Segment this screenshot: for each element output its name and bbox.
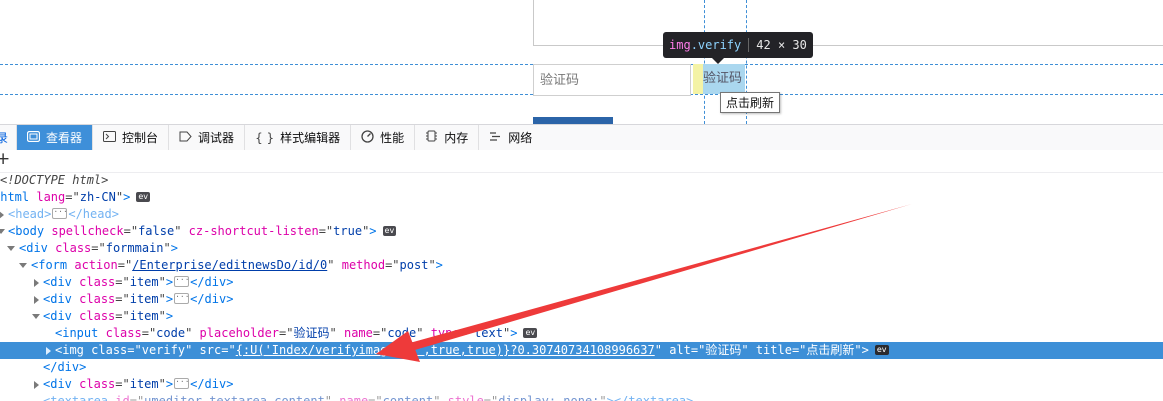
- page-preview: 验证码 img.verify 42 × 30 点击刷新: [0, 0, 1163, 124]
- body-shortcut-value: true: [333, 224, 363, 238]
- tree-row-textarea[interactable]: <textarea id="umeditor_textarea_content"…: [0, 393, 1163, 401]
- input-name-value: code: [387, 326, 417, 340]
- code-input[interactable]: [533, 64, 691, 96]
- textarea-style-value: display: none;: [498, 394, 600, 401]
- tree-row-formmain[interactable]: <div class="formmain">: [0, 240, 1163, 257]
- style-editor-icon: { }: [255, 130, 275, 145]
- verify-image-alt: 验证码: [703, 71, 743, 86]
- tab-inspector[interactable]: 查看器: [17, 125, 94, 150]
- doctype-text: <!DOCTYPE html>: [0, 173, 109, 187]
- tab-cut-off[interactable]: 录: [0, 125, 18, 150]
- tab-label: 内存: [444, 131, 469, 145]
- guide-line-left: [704, 0, 705, 124]
- tooltip-dimensions: 42 × 30: [756, 38, 807, 52]
- event-badge[interactable]: ev: [874, 344, 889, 355]
- img-src-part-1: {:U('Index/verifyimage',: [235, 343, 410, 357]
- debugger-icon: [179, 131, 192, 145]
- form-action-link[interactable]: /Enterprise/editnewsDo/id/0: [132, 258, 327, 272]
- input-type-value: text: [474, 326, 503, 340]
- tab-label: 样式编辑器: [280, 131, 341, 145]
- item-class-value: item: [129, 275, 159, 289]
- tree-row-form[interactable]: <form action="/Enterprise/editnewsDo/id/…: [0, 257, 1163, 274]
- item-class-value: item: [129, 292, 159, 306]
- tab-performance[interactable]: 性能: [351, 125, 416, 150]
- tab-network[interactable]: 网络: [479, 125, 542, 150]
- textarea-name-value: content: [382, 394, 434, 401]
- collapsed-ellipsis[interactable]: ···: [52, 208, 68, 219]
- tree-row-input[interactable]: <input class="code" placeholder="验证码" na…: [0, 325, 1163, 342]
- body-spellcheck-value: false: [138, 224, 175, 238]
- tree-row-item-1[interactable]: <div class="item"> ···</div>: [0, 274, 1163, 291]
- tab-memory[interactable]: 内存: [415, 125, 480, 150]
- tree-row-head[interactable]: <head> ···</head>: [0, 206, 1163, 223]
- tooltip-tag: img: [669, 38, 691, 52]
- title-tooltip: 点击刷新: [720, 92, 781, 113]
- tab-label: 性能: [380, 131, 405, 145]
- inspector-icon: [26, 130, 41, 145]
- tooltip-separator: [748, 38, 750, 52]
- tab-label: 调试器: [198, 131, 235, 145]
- formmain-class-value: formmain: [105, 241, 164, 255]
- event-badge[interactable]: ev: [523, 327, 538, 338]
- collapsed-ellipsis[interactable]: ···: [174, 378, 190, 389]
- img-class-value: verify: [141, 343, 186, 357]
- tree-row-item-4[interactable]: <div class="item"> ···</div>: [0, 376, 1163, 393]
- tab-label: 查看器: [46, 131, 83, 145]
- memory-icon: [425, 130, 438, 145]
- input-placeholder-value: 验证码: [293, 326, 330, 340]
- tree-row-doctype[interactable]: <!DOCTYPE html>: [0, 172, 1163, 189]
- tab-label: 网络: [508, 131, 533, 145]
- item-class-value: item: [129, 309, 159, 323]
- tree-row-item-2[interactable]: <div class="item"> ···</div>: [0, 291, 1163, 308]
- tree-row-html[interactable]: <html lang="zh-CN">ev: [0, 189, 1163, 206]
- editor-box[interactable]: [533, 0, 1163, 46]
- tooltip-arrow: [712, 58, 724, 64]
- collapsed-ellipsis[interactable]: ···: [174, 293, 190, 304]
- event-badge[interactable]: ev: [136, 191, 150, 202]
- inspect-tooltip: img .verify 42 × 30: [663, 32, 813, 58]
- tree-row-item-3[interactable]: <div class="item">: [0, 308, 1163, 325]
- add-node-icon[interactable]: +: [0, 149, 10, 169]
- tab-label: 控制台: [122, 131, 159, 145]
- inspector-toolbar: +: [0, 149, 1163, 173]
- img-src-link[interactable]: {:U('Index/verifyimage','',true,true)}?0…: [236, 343, 655, 357]
- submit-button-edge[interactable]: [533, 117, 613, 124]
- textarea-id-value: umeditor_textarea_content: [144, 394, 325, 401]
- devtools-toolbar: 录 查看器 控制台 调试器 { } 样式编辑器 性能 内存 网络: [0, 124, 1163, 151]
- network-icon: [489, 131, 502, 145]
- margin-highlight: [693, 64, 703, 94]
- performance-icon: [361, 129, 374, 146]
- img-alt-value: 验证码: [705, 343, 742, 357]
- tree-row-img-selected[interactable]: <img class="verify" src="{:U('Index/veri…: [0, 342, 1163, 359]
- collapsed-ellipsis[interactable]: ···: [174, 276, 190, 287]
- cut-off-icon: 录: [0, 131, 9, 145]
- html-lang-value: zh-CN: [79, 190, 116, 204]
- img-title-value: 点击刷新: [806, 343, 855, 357]
- event-badge[interactable]: ev: [382, 225, 397, 236]
- console-icon: [103, 130, 117, 145]
- markup-tree: <!DOCTYPE html> <html lang="zh-CN">ev <h…: [0, 172, 1163, 401]
- tree-row-body[interactable]: <body spellcheck="false" cz-shortcut-lis…: [0, 223, 1163, 240]
- verify-image[interactable]: 验证码: [703, 64, 745, 94]
- tooltip-class: .verify: [690, 38, 742, 52]
- item-class-value: item: [129, 377, 159, 391]
- form-method-value: post: [399, 258, 429, 272]
- tab-style-editor[interactable]: { } 样式编辑器: [245, 125, 352, 150]
- tab-debugger[interactable]: 调试器: [169, 125, 246, 150]
- tree-row-item-3-close[interactable]: </div>: [0, 359, 1163, 376]
- img-src-part-2: '',true,true)}?0.30740734108996637: [409, 343, 655, 357]
- input-class-value: code: [156, 326, 186, 340]
- tab-console[interactable]: 控制台: [93, 125, 170, 150]
